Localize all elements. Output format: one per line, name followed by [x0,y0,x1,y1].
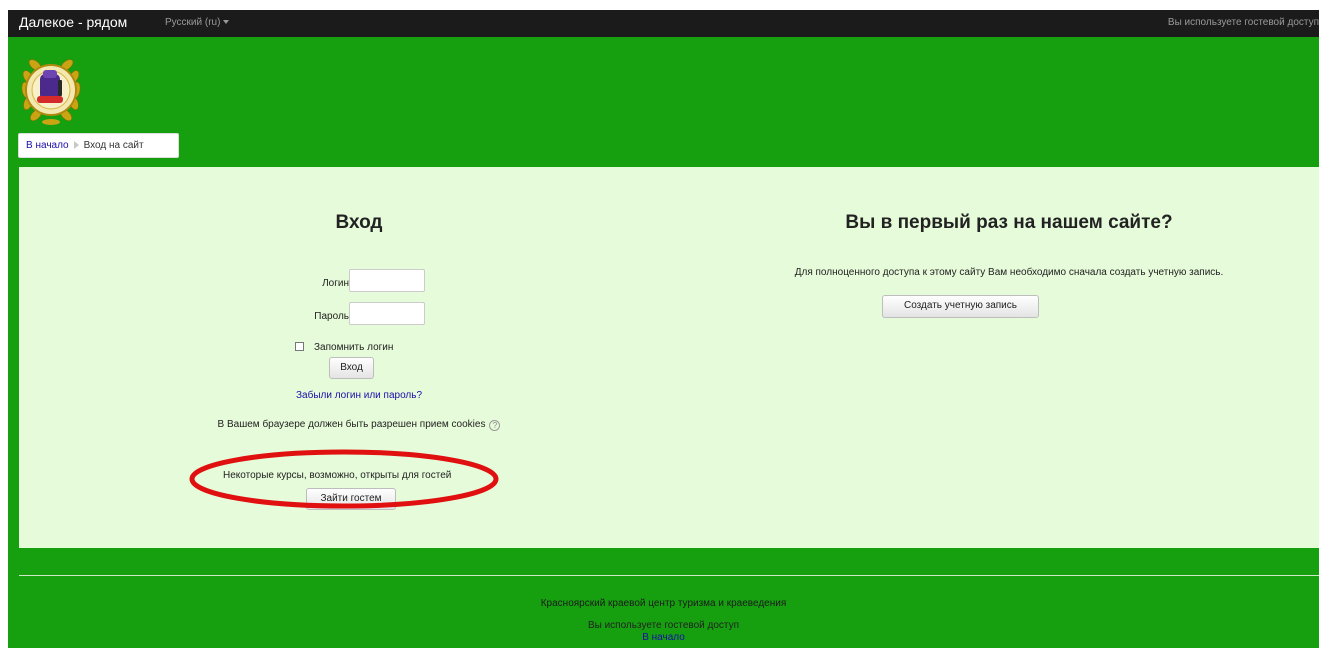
footer-guest-status: Вы используете гостевой доступ [587,620,740,631]
footer-divider [19,575,1319,576]
cookies-note: В Вашем браузере должен быть разрешен пр… [19,419,699,431]
remember-checkbox[interactable] [295,342,304,351]
site-logo [21,59,81,125]
help-icon[interactable]: ? [489,420,501,431]
footer-organization: Красноярский краевой центр туризма и кра… [540,598,787,609]
username-input[interactable] [349,269,425,292]
breadcrumb-separator-icon [73,141,79,149]
language-label: Русский (ru) [165,17,221,28]
guest-login-button[interactable]: Зайти гостем [306,488,396,510]
username-label: Логин [322,278,349,289]
language-menu[interactable]: Русский (ru) [165,17,230,28]
breadcrumb-home-link[interactable]: В начало [26,140,69,151]
top-navbar: Далекое - рядом Русский (ru) Вы использу… [8,10,1319,37]
signup-text: Для полноценного доступа к этому сайту В… [794,267,1224,278]
remember-login[interactable]: Запомнить логин [295,342,393,353]
login-panel: Вход Логин Пароль Запомнить логин Вход З… [19,167,1319,548]
remember-label: Запомнить логин [314,342,394,353]
password-input[interactable] [349,302,425,325]
page: Далекое - рядом Русский (ru) Вы использу… [8,10,1319,648]
site-brand[interactable]: Далекое - рядом [19,14,127,30]
password-label: Пароль [314,311,349,322]
guest-note: Некоторые курсы, возможно, открыты для г… [223,470,452,481]
create-account-button[interactable]: Создать учетную запись [882,295,1039,318]
signup-title: Вы в первый раз на нашем сайте? [845,212,1173,233]
caret-down-icon [223,20,230,25]
footer-home-link[interactable]: В начало [8,632,1319,643]
breadcrumb: В начало Вход на сайт [18,133,179,158]
cookies-note-text: В Вашем браузере должен быть разрешен пр… [217,419,486,430]
forgot-password-link[interactable]: Забыли логин или пароль? [19,390,699,401]
breadcrumb-current: Вход на сайт [83,140,144,151]
login-title: Вход [335,212,383,233]
login-button[interactable]: Вход [329,357,374,379]
guest-status: Вы используете гостевой доступ [1167,17,1319,28]
